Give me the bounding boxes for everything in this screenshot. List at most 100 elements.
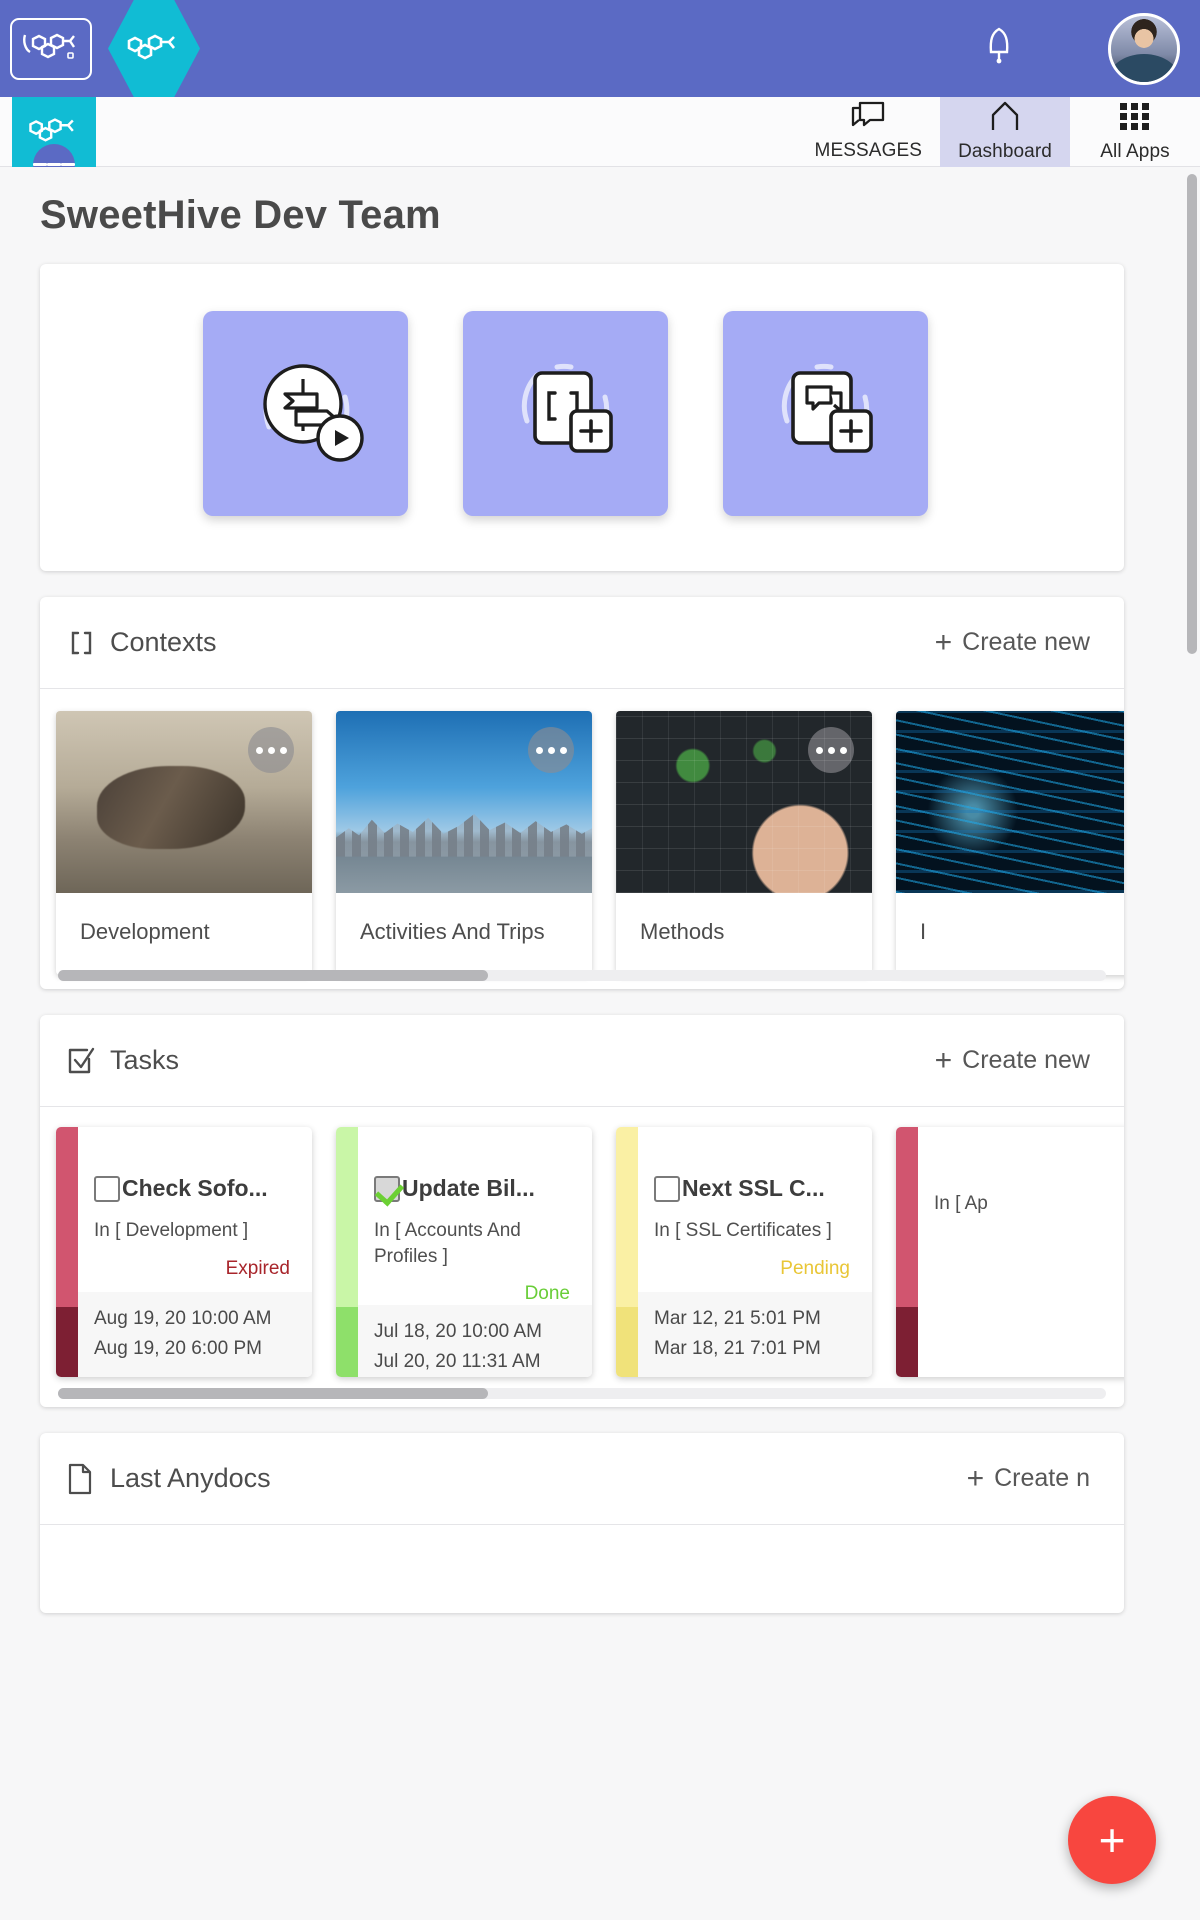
tab-messages[interactable]: MESSAGES xyxy=(797,97,940,167)
contexts-header: Contexts + Create new xyxy=(40,597,1124,689)
create-context-tile[interactable] xyxy=(463,311,668,516)
tasks-panel: Tasks + Create new Check Sofo... In [De… xyxy=(40,1015,1124,1407)
tasks-create-new-button[interactable]: + Create new xyxy=(934,1043,1098,1077)
dashboard-content: SweetHive Dev Team Contexts + Create new… xyxy=(0,167,1200,1920)
contexts-scrollbar-thumb[interactable] xyxy=(58,970,488,981)
checkbox-task-icon xyxy=(66,1046,106,1076)
more-options-icon[interactable] xyxy=(248,727,294,773)
task-body: Next SSL C... In [ SSL Certificates ] Pe… xyxy=(616,1127,872,1292)
tasks-list: Check Sofo... In [ Development ] Expired… xyxy=(56,1127,1124,1377)
task-title-row: Update Bil... xyxy=(374,1175,576,1202)
plus-icon: + xyxy=(934,1043,953,1077)
task-context: In [ Ap xyxy=(934,1193,988,1214)
task-body: Update Bil... In [ Accounts And Profiles… xyxy=(336,1127,592,1305)
context-thumbnail xyxy=(336,711,592,893)
contexts-strip[interactable]: Development Activities And Trips Methods xyxy=(40,689,1124,989)
create-message-tile[interactable] xyxy=(723,311,928,516)
tasks-strip[interactable]: Check Sofo... In [ Development ] Expired… xyxy=(40,1107,1124,1407)
tab-all-apps-label: All Apps xyxy=(1100,141,1170,162)
task-card[interactable]: Next SSL C... In [ SSL Certificates ] Pe… xyxy=(616,1127,872,1377)
app-logo-tile[interactable] xyxy=(12,96,96,186)
bell-icon xyxy=(982,27,1016,71)
task-status: Done xyxy=(524,1283,570,1305)
tasks-scrollbar[interactable] xyxy=(58,1388,1106,1399)
context-name: Development xyxy=(80,919,210,944)
task-card[interactable]: Update Bil... In [ Accounts And Profiles… xyxy=(336,1127,592,1377)
task-card[interactable]: In [ Ap xyxy=(896,1127,1124,1377)
plus-icon: + xyxy=(1098,1814,1126,1866)
notifications-button[interactable] xyxy=(982,25,1016,72)
task-checkbox[interactable] xyxy=(94,1175,120,1202)
contexts-title: Contexts xyxy=(110,627,217,657)
tab-all-apps[interactable]: All Apps xyxy=(1070,97,1200,167)
anydocs-header: Last Anydocs + Create n xyxy=(40,1433,1124,1525)
task-checkbox[interactable] xyxy=(374,1175,400,1202)
context-card[interactable]: Methods xyxy=(616,711,872,975)
contexts-list: Development Activities And Trips Methods xyxy=(56,711,1124,975)
tasks-scrollbar-thumb[interactable] xyxy=(58,1388,488,1399)
grid-apps-icon xyxy=(1118,100,1152,137)
context-card[interactable]: I xyxy=(896,711,1124,975)
message-add-icon xyxy=(761,349,891,479)
task-checkbox[interactable] xyxy=(654,1175,680,1202)
messages-icon xyxy=(850,101,886,136)
tasks-header: Tasks + Create new xyxy=(40,1015,1124,1107)
brand-logo-box[interactable] xyxy=(10,17,92,80)
hexagon-logo[interactable] xyxy=(108,0,200,97)
create-tour-tile[interactable] xyxy=(203,311,408,516)
task-context: In [ SSL Certificates ] xyxy=(654,1220,832,1241)
more-options-icon[interactable] xyxy=(808,727,854,773)
task-end-date: Jul 20, 20 11:31 AM xyxy=(374,1350,541,1372)
task-title: Next SSL C... xyxy=(682,1175,825,1201)
hamburger-line xyxy=(61,163,75,166)
home-icon xyxy=(988,100,1022,137)
page-scrollbar[interactable] xyxy=(1187,174,1197,1910)
task-dates: Mar 12, 21 5:01 PM Mar 18, 21 7:01 PM xyxy=(616,1292,872,1377)
task-context: In [ Accounts And Profiles ] xyxy=(374,1220,521,1267)
add-button[interactable]: + xyxy=(1068,1796,1156,1884)
anydocs-create-new-label: Create n xyxy=(994,1464,1090,1492)
task-body: Check Sofo... In [ Development ] Expired xyxy=(56,1127,312,1292)
task-status: Expired xyxy=(225,1257,290,1279)
contexts-create-new-button[interactable]: + Create new xyxy=(935,627,1098,658)
user-avatar[interactable] xyxy=(1108,12,1180,85)
hamburger-line xyxy=(33,163,47,166)
task-title: Update Bil... xyxy=(402,1175,535,1201)
main-navigation-bar: MESSAGES Dashboard All Apps xyxy=(0,96,1200,186)
task-status-bar xyxy=(616,1127,638,1377)
top-app-bar xyxy=(0,0,1200,97)
context-card[interactable]: Development xyxy=(56,711,312,975)
task-end-date: Mar 18, 21 7:01 PM xyxy=(654,1337,821,1359)
page-scrollbar-thumb[interactable] xyxy=(1187,174,1197,654)
task-dates: Jul 18, 20 10:00 AM Jul 20, 20 11:31 AM xyxy=(336,1305,592,1377)
task-context: In [ Development ] xyxy=(94,1220,249,1241)
task-title: Check Sofo... xyxy=(122,1175,268,1201)
quick-actions-panel xyxy=(40,264,1124,571)
task-status: Pending xyxy=(780,1257,850,1279)
anydocs-title: Last Anydocs xyxy=(110,1463,271,1493)
quick-actions-row xyxy=(40,264,1124,571)
tab-dashboard[interactable]: Dashboard xyxy=(940,96,1070,167)
anydocs-create-new-button[interactable]: + Create n xyxy=(967,1463,1098,1494)
molecule-logo-icon xyxy=(22,29,80,68)
task-start-date: Mar 12, 21 5:01 PM xyxy=(654,1308,821,1330)
hamburger-line xyxy=(47,163,61,166)
context-thumbnail xyxy=(56,711,312,893)
contexts-create-new-label: Create new xyxy=(962,628,1090,656)
task-title-row: Check Sofo... xyxy=(94,1175,296,1202)
hexagon-molecule-logo-icon xyxy=(123,29,185,68)
contexts-scrollbar[interactable] xyxy=(58,970,1106,981)
context-name: Methods xyxy=(640,919,725,944)
task-end-date: Aug 19, 20 6:00 PM xyxy=(94,1337,262,1359)
context-thumbnail xyxy=(896,711,1124,893)
task-start-date: Aug 19, 20 10:00 AM xyxy=(94,1308,272,1330)
task-status-bar xyxy=(336,1127,358,1377)
brackets-icon xyxy=(66,628,106,658)
context-thumbnail xyxy=(616,711,872,893)
context-add-icon xyxy=(501,349,631,479)
task-status-bar xyxy=(896,1127,918,1377)
more-options-icon[interactable] xyxy=(528,727,574,773)
tasks-create-new-label: Create new xyxy=(962,1046,1090,1074)
task-card[interactable]: Check Sofo... In [ Development ] Expired… xyxy=(56,1127,312,1377)
context-card[interactable]: Activities And Trips xyxy=(336,711,592,975)
